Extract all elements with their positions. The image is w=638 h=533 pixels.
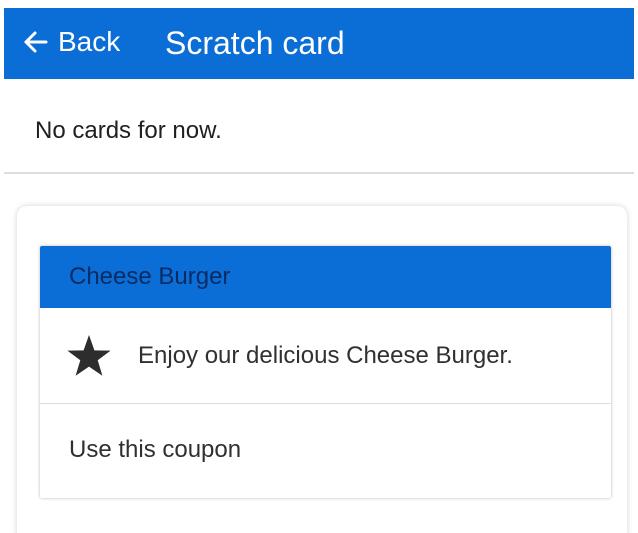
app-header: Back Scratch card [4, 8, 634, 79]
page-title: Scratch card [165, 25, 345, 61]
back-button[interactable]: Back [20, 26, 120, 58]
coupon-card: Cheese Burger Enjoy our delicious Cheese… [40, 246, 611, 498]
coupon-description-row: Enjoy our delicious Cheese Burger. [40, 308, 611, 404]
empty-state-message: No cards for now. [35, 117, 222, 144]
coupon-title: Cheese Burger [40, 246, 611, 308]
scratch-card-screen: Back Scratch card No cards for now. Chee… [0, 0, 638, 533]
coupon-description: Enjoy our delicious Cheese Burger. [138, 341, 513, 369]
use-coupon-button[interactable]: Use this coupon [40, 404, 611, 496]
arrow-left-icon [20, 27, 50, 57]
back-label: Back [58, 26, 121, 57]
star-icon [65, 332, 113, 380]
empty-state-row: No cards for now. [4, 79, 634, 174]
